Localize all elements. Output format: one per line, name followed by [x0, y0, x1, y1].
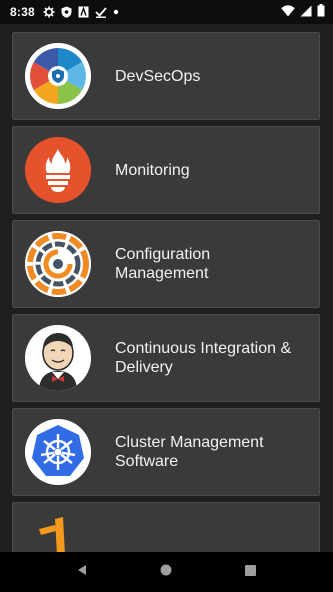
check-icon — [95, 6, 107, 18]
back-button[interactable] — [62, 552, 102, 592]
status-time: 8:38 — [10, 5, 35, 19]
home-icon — [160, 563, 172, 581]
jenkins-butler-icon — [25, 325, 91, 391]
system-icons — [281, 0, 325, 24]
devsecops-wheel-icon — [25, 43, 91, 109]
list-item-devsecops[interactable]: DevSecOps — [12, 32, 320, 120]
navigation-bar — [0, 552, 333, 592]
gear-icon — [43, 6, 55, 18]
battery-icon — [317, 4, 325, 20]
recents-icon — [245, 563, 257, 581]
item-label: DevSecOps — [115, 67, 201, 85]
item-label: Configuration Management — [115, 246, 211, 282]
chef-circle-icon — [25, 231, 91, 297]
item-label: Cluster Management Software — [115, 434, 264, 470]
recents-button[interactable] — [231, 552, 271, 592]
list-item-configuration-management[interactable]: Configuration Management — [12, 220, 320, 308]
home-button[interactable] — [146, 552, 186, 592]
item-label: Continuous Integration & Delivery — [115, 340, 292, 376]
list-item-monitoring[interactable]: Monitoring — [12, 126, 320, 214]
prometheus-torch-icon — [25, 137, 91, 203]
status-bar: 8:38 — [0, 0, 333, 24]
list-item-partial[interactable] — [12, 502, 320, 552]
list-item-cluster-management[interactable]: Cluster Management Software — [12, 408, 320, 496]
back-icon — [76, 563, 88, 581]
kubernetes-wheel-icon — [25, 419, 91, 485]
list-item-continuous-integration[interactable]: Continuous Integration & Delivery — [12, 314, 320, 402]
a-box-icon — [78, 6, 89, 18]
category-list[interactable]: DevSecOps Monitoring Configuration Manag… — [0, 24, 333, 552]
notification-icons — [43, 6, 119, 18]
partial-orange-icon — [25, 515, 91, 552]
cellular-icon — [300, 5, 312, 20]
item-label: Monitoring — [115, 161, 190, 179]
dot-icon — [113, 9, 119, 15]
wifi-icon — [281, 4, 295, 20]
shield-icon — [61, 6, 72, 18]
